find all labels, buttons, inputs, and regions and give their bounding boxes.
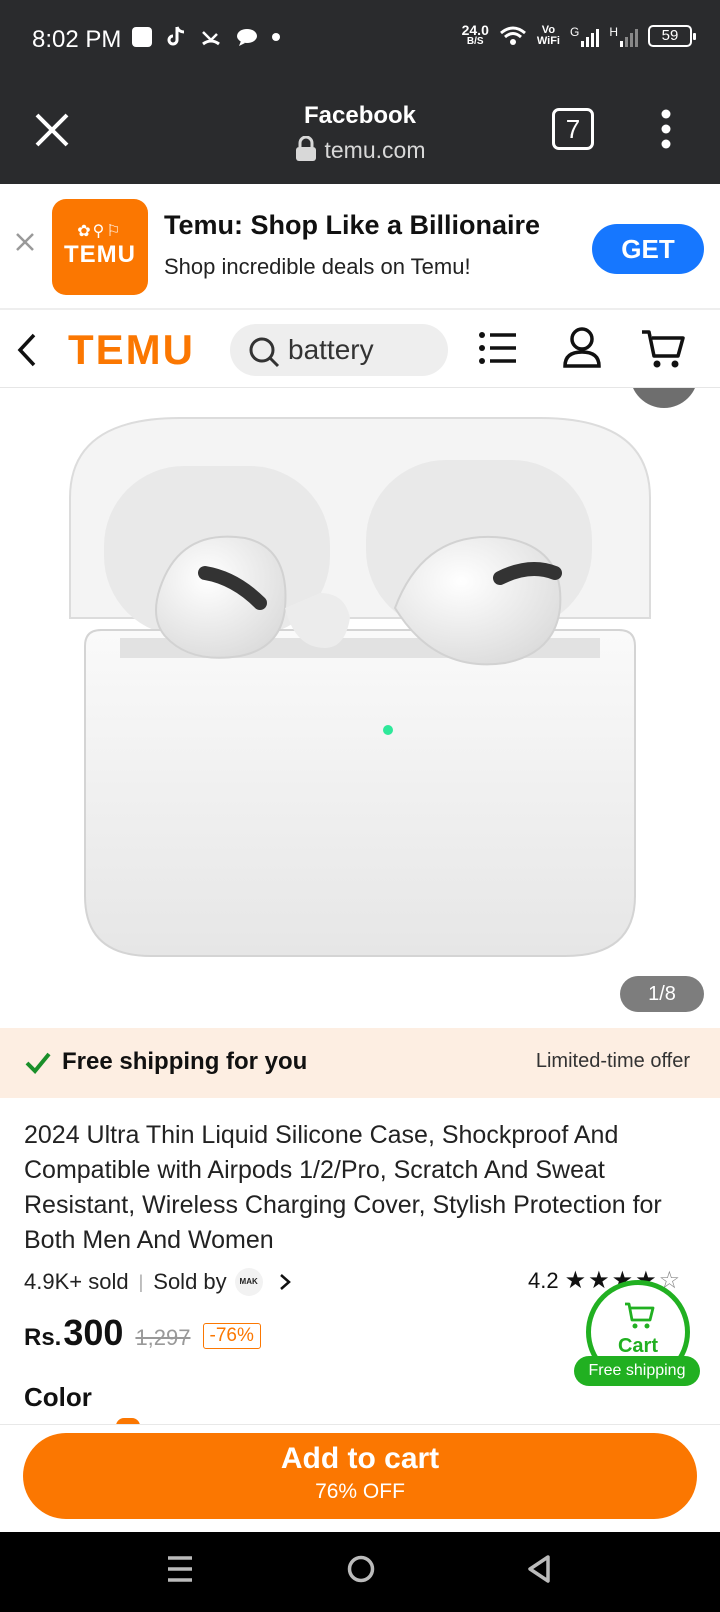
- star-icon: ★: [564, 1267, 587, 1294]
- banner-subtitle: Shop incredible deals on Temu!: [164, 254, 471, 279]
- floating-cart-label: Cart: [617, 1335, 658, 1357]
- back-nav-icon[interactable]: [526, 1554, 552, 1584]
- tiktok-icon: [167, 26, 185, 46]
- free-shipping-banner: Free shipping for you Limited-time offer: [0, 1028, 720, 1098]
- product-image: [69, 388, 695, 957]
- browser-title: Facebook: [303, 102, 417, 129]
- signal-1-icon: G: [570, 25, 600, 47]
- bottom-action-bar: Add to cart 76% OFF: [0, 1424, 720, 1532]
- signal-2-icon: H: [609, 25, 638, 47]
- cart-icon: [625, 1302, 655, 1329]
- add-to-cart-label: Add to cart: [280, 1442, 440, 1475]
- browser-url[interactable]: temu.com: [0, 135, 720, 164]
- banner-title: Temu: Shop Like a Billionaire: [164, 210, 541, 240]
- sold-count: 4.9K+ sold: [24, 1269, 129, 1294]
- vowifi-label: Vo WiFi: [536, 24, 560, 47]
- account-icon[interactable]: [562, 326, 602, 368]
- cart-icon[interactable]: [640, 328, 686, 370]
- get-app-button[interactable]: GET: [592, 224, 704, 274]
- check-icon: [25, 1052, 51, 1074]
- temu-app-logo: ✿⚲⚐ TEMU: [52, 199, 148, 295]
- sold-by-label: Sold by: [153, 1269, 227, 1294]
- search-icon: [249, 337, 280, 368]
- price: 300: [63, 1312, 124, 1353]
- home-icon[interactable]: [346, 1554, 376, 1584]
- battery-icon: 59: [648, 25, 696, 47]
- rating-value: 4.2: [528, 1267, 559, 1293]
- search-value: battery: [288, 334, 374, 365]
- recents-menu-icon[interactable]: [166, 1554, 194, 1584]
- image-pager: 1/8: [620, 976, 704, 1012]
- menu-list-icon[interactable]: [478, 330, 518, 366]
- system-navigation-bar: [0, 1532, 720, 1612]
- add-to-cart-button[interactable]: Add to cart 76% OFF: [23, 1433, 697, 1519]
- product-image-gallery[interactable]: 1/8: [0, 388, 720, 1028]
- status-bar: 8:02 PM 24.0 B/S Vo WiFi G H 59: [0, 0, 720, 80]
- limited-offer-text: Limited-time offer: [535, 1050, 690, 1072]
- lock-icon: [295, 135, 316, 161]
- back-icon[interactable]: [16, 332, 38, 368]
- chevron-right-icon[interactable]: [277, 1272, 293, 1292]
- wifi-icon: [499, 26, 526, 45]
- status-time: 8:02 PM: [32, 26, 122, 53]
- app-install-banner: ✿⚲⚐ TEMU Temu: Shop Like a Billionaire S…: [0, 184, 720, 310]
- add-to-cart-discount: 76% OFF: [315, 1480, 405, 1503]
- color-section-label: Color: [24, 1382, 92, 1412]
- gallery-notification-icon: [132, 27, 152, 47]
- original-price: 1,297: [135, 1325, 191, 1350]
- chat-icon: [237, 29, 257, 46]
- network-speed: 24.0 B/S: [461, 22, 489, 47]
- missed-call-icon: [202, 31, 220, 46]
- currency: Rs.: [24, 1324, 62, 1351]
- free-shipping-pill: Free shipping: [574, 1356, 700, 1386]
- price-row: Rs. 300 1,297 -76%: [24, 1312, 261, 1354]
- seller-logo[interactable]: MAK: [234, 1268, 263, 1296]
- browser-toolbar: Facebook temu.com 7: [0, 80, 720, 184]
- more-notifications-dot: [272, 33, 280, 41]
- sales-info: 4.9K+ sold | Sold by MAK: [24, 1268, 293, 1296]
- site-header: TEMU battery: [0, 310, 720, 388]
- dismiss-banner-icon[interactable]: [15, 232, 35, 252]
- temu-logo[interactable]: TEMU: [68, 326, 195, 374]
- discount-badge: -76%: [202, 1323, 261, 1349]
- free-shipping-text: Free shipping for you: [62, 1048, 308, 1075]
- tab-switcher-button[interactable]: 7: [552, 108, 594, 150]
- product-title: 2024 Ultra Thin Liquid Silicone Case, Sh…: [24, 1121, 662, 1254]
- more-menu-icon[interactable]: [660, 108, 672, 150]
- search-input[interactable]: battery: [230, 324, 448, 376]
